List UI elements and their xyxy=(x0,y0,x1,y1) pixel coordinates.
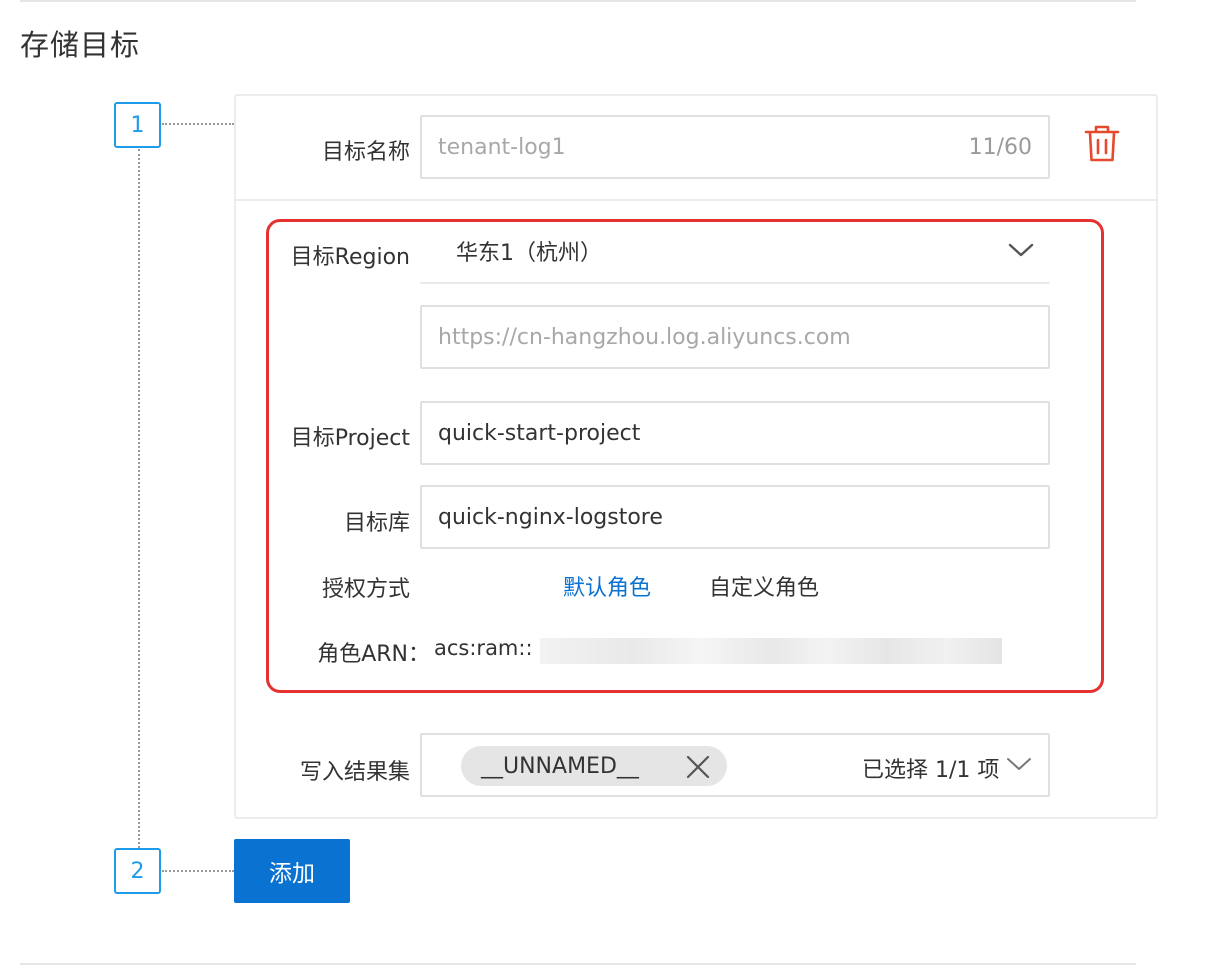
project-label: 目标Project xyxy=(290,426,410,451)
chevron-down-icon xyxy=(1008,239,1034,264)
bottom-divider xyxy=(20,963,1136,965)
logstore-input[interactable]: quick-nginx-logstore xyxy=(420,485,1050,549)
card-divider xyxy=(236,199,1156,201)
char-counter: 11/60 xyxy=(968,134,1032,160)
project-value: quick-start-project xyxy=(438,420,641,446)
close-icon[interactable] xyxy=(685,754,711,780)
logstore-label: 目标库 xyxy=(343,511,410,536)
region-select[interactable]: 华东1（杭州） xyxy=(420,220,1050,284)
top-divider xyxy=(20,0,1136,2)
add-button[interactable]: 添加 xyxy=(234,839,350,903)
region-label: 目标Region xyxy=(290,245,410,270)
target-name-input[interactable]: tenant-log1 11/60 xyxy=(420,115,1050,179)
chevron-down-icon[interactable] xyxy=(1006,756,1032,776)
role-arn-value: acs:ram:: xyxy=(434,636,533,660)
auth-option-default-role[interactable]: 默认角色 xyxy=(563,570,651,602)
result-set-tag-label: __UNNAMED__ xyxy=(481,753,639,779)
trash-icon[interactable] xyxy=(1083,124,1121,164)
result-set-label: 写入结果集 xyxy=(299,760,410,785)
step-connector-line xyxy=(138,149,140,848)
section-title: 存储目标 xyxy=(20,28,141,62)
auth-option-custom-role[interactable]: 自定义角色 xyxy=(709,570,819,602)
target-name-label: 目标名称 xyxy=(321,140,410,165)
endpoint-value: https://cn-hangzhou.log.aliyuncs.com xyxy=(438,324,851,350)
step-badge-1: 1 xyxy=(114,102,161,148)
auth-method-label: 授权方式 xyxy=(321,577,410,602)
logstore-value: quick-nginx-logstore xyxy=(438,504,663,530)
step-1-connector xyxy=(162,123,234,125)
selected-count: 已选择 1/1 项 xyxy=(862,758,1000,783)
role-arn-label: 角色ARN： xyxy=(317,642,430,667)
endpoint-field[interactable]: https://cn-hangzhou.log.aliyuncs.com xyxy=(420,305,1050,369)
region-value: 华东1（杭州） xyxy=(456,241,602,266)
redacted-arn-mask xyxy=(540,638,1002,664)
target-name-value: tenant-log1 xyxy=(438,134,566,160)
result-set-tag: __UNNAMED__ xyxy=(461,746,727,786)
step-badge-2: 2 xyxy=(114,848,161,894)
project-input[interactable]: quick-start-project xyxy=(420,401,1050,465)
step-2-connector xyxy=(162,870,234,872)
